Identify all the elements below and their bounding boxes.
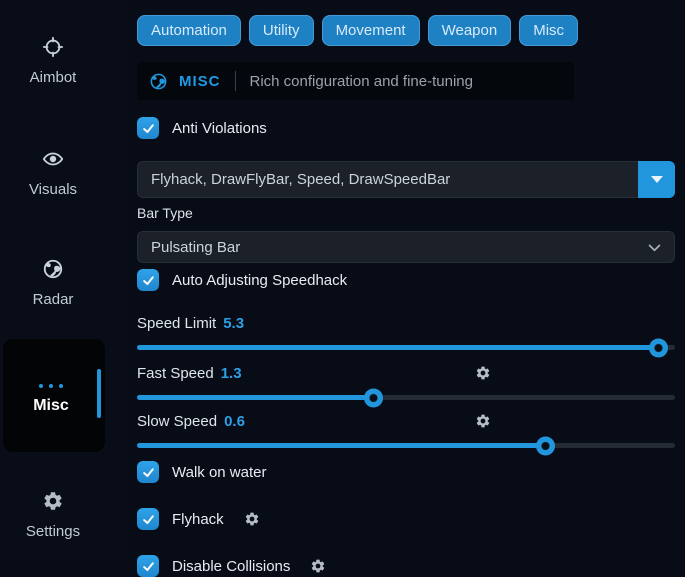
sidebar-item-visuals[interactable]: Visuals — [0, 148, 106, 198]
slider-handle[interactable] — [364, 388, 383, 407]
checkbox-label: Walk on water — [172, 464, 266, 481]
tab-misc[interactable]: Misc — [519, 15, 578, 46]
sidebar: Aimbot Visuals Radar Misc S — [0, 0, 129, 563]
globe-icon — [42, 258, 64, 280]
slider-value: 5.3 — [223, 315, 244, 332]
active-indicator — [97, 369, 101, 418]
tab-weapon[interactable]: Weapon — [428, 15, 512, 46]
slider-block-speed-limit: Speed Limit 5.3 — [137, 314, 675, 350]
checkbox-row-flyhack[interactable]: Flyhack — [137, 508, 675, 530]
checkbox-row-auto-adjusting-speedhack[interactable]: Auto Adjusting Speedhack — [137, 269, 675, 291]
gear-icon[interactable] — [310, 558, 326, 574]
ellipsis-icon — [3, 375, 99, 393]
checkbox-row-walk-on-water[interactable]: Walk on water — [137, 461, 675, 483]
checkbox-label: Disable Collisions — [172, 558, 290, 575]
checkbox-label: Auto Adjusting Speedhack — [172, 272, 347, 289]
checkbox-checked[interactable] — [137, 508, 159, 530]
checkbox-checked[interactable] — [137, 555, 159, 577]
checkbox-checked[interactable] — [137, 117, 159, 139]
slider-value: 0.6 — [224, 413, 245, 430]
checkbox-checked[interactable] — [137, 461, 159, 483]
fast-speed-slider[interactable] — [137, 395, 675, 400]
slider-label: Fast Speed — [137, 365, 214, 382]
divider — [235, 71, 236, 91]
tab-utility[interactable]: Utility — [249, 15, 314, 46]
gear-icon[interactable] — [244, 511, 260, 527]
slow-speed-slider[interactable] — [137, 443, 675, 448]
sidebar-item-settings[interactable]: Settings — [0, 490, 106, 540]
eye-icon — [42, 148, 64, 170]
chevron-down-icon — [646, 239, 663, 256]
speed-limit-slider[interactable] — [137, 345, 675, 350]
crosshair-icon — [42, 36, 64, 58]
checkbox-row-anti-violations[interactable]: Anti Violations — [137, 117, 675, 139]
sidebar-item-misc[interactable]: Misc — [3, 339, 105, 452]
slider-label: Slow Speed — [137, 413, 217, 430]
feature-multiselect[interactable]: Flyhack, DrawFlyBar, Speed, DrawSpeedBar — [137, 161, 675, 198]
section-header: MISC Rich configuration and fine-tuning — [137, 62, 574, 100]
globe-icon — [149, 72, 168, 91]
slider-fill — [137, 443, 546, 448]
sidebar-item-label: Settings — [0, 523, 106, 540]
checkbox-checked[interactable] — [137, 269, 159, 291]
sidebar-item-aimbot[interactable]: Aimbot — [0, 36, 106, 86]
sidebar-item-label: Radar — [0, 291, 106, 308]
section-title: MISC — [179, 73, 221, 90]
triangle-down-icon — [651, 176, 663, 183]
category-tabs: Automation Utility Movement Weapon Misc — [137, 15, 675, 46]
gear-icon — [42, 490, 64, 512]
gear-icon[interactable] — [475, 413, 491, 429]
checkbox-label: Flyhack — [172, 511, 224, 528]
feature-multiselect-value: Flyhack, DrawFlyBar, Speed, DrawSpeedBar — [151, 171, 450, 188]
tab-movement[interactable]: Movement — [322, 15, 420, 46]
sidebar-item-label: Visuals — [0, 181, 106, 198]
slider-block-slow-speed: Slow Speed 0.6 — [137, 412, 675, 448]
bar-type-label: Bar Type — [137, 205, 675, 222]
tab-automation[interactable]: Automation — [137, 15, 241, 46]
bar-type-select[interactable]: Pulsating Bar — [137, 231, 675, 263]
slider-value: 1.3 — [221, 365, 242, 382]
dropdown-open-button[interactable] — [638, 161, 675, 198]
slider-label: Speed Limit — [137, 315, 216, 332]
checkbox-row-disable-collisions[interactable]: Disable Collisions — [137, 555, 675, 577]
sidebar-item-radar[interactable]: Radar — [0, 258, 106, 308]
sidebar-item-label: Aimbot — [0, 69, 106, 86]
bar-type-value: Pulsating Bar — [151, 239, 240, 256]
section-subtitle: Rich configuration and fine-tuning — [250, 73, 473, 90]
slider-fill — [137, 395, 374, 400]
slider-handle[interactable] — [649, 338, 668, 357]
slider-block-fast-speed: Fast Speed 1.3 — [137, 364, 675, 400]
slider-handle[interactable] — [536, 436, 555, 455]
main-panel: Automation Utility Movement Weapon Misc … — [137, 0, 675, 577]
slider-fill — [137, 345, 659, 350]
sidebar-item-label: Misc — [3, 397, 99, 415]
checkbox-label: Anti Violations — [172, 120, 267, 137]
gear-icon[interactable] — [475, 365, 491, 381]
